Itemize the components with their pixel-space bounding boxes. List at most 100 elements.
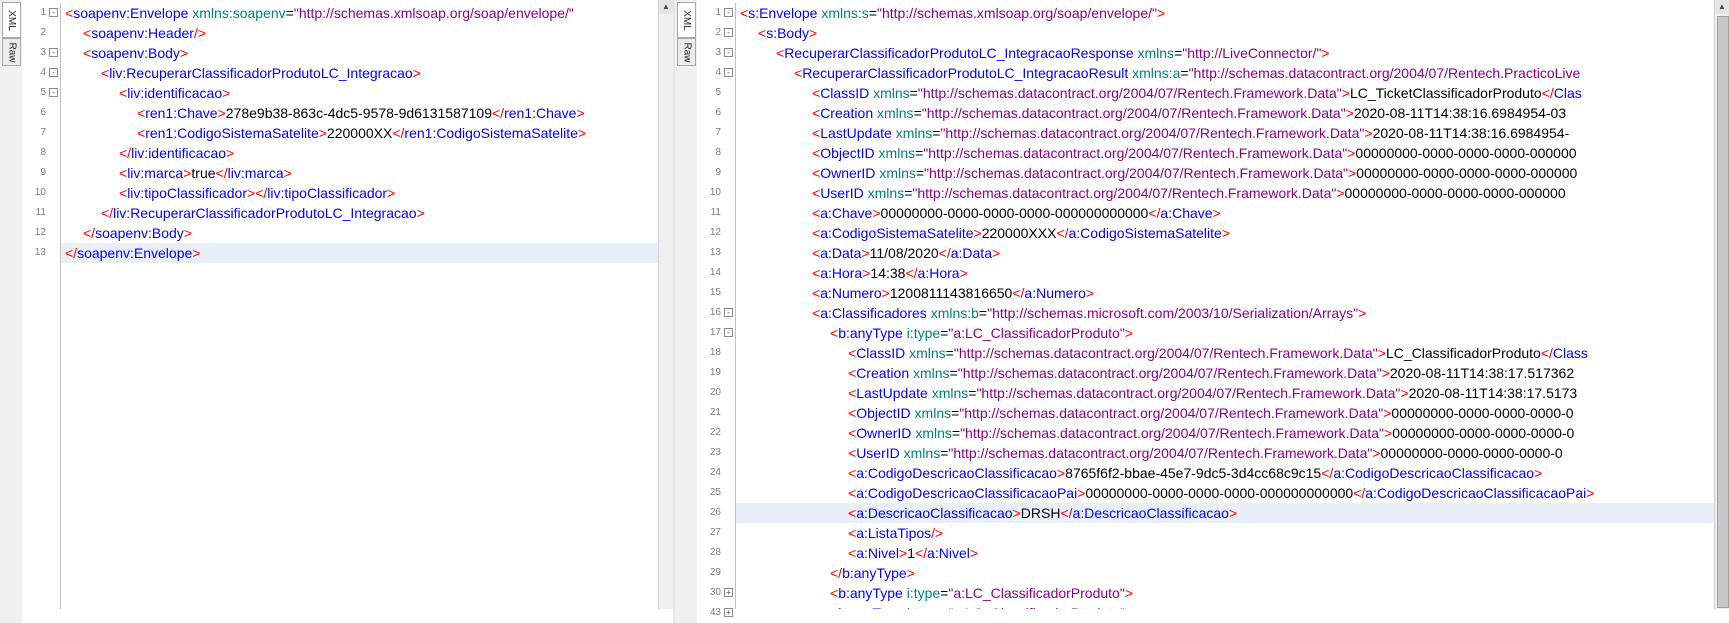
code-line[interactable]: <liv:marca>true</liv:marca> [61, 163, 659, 183]
attribute-name: xmlns [903, 445, 941, 461]
text-content: 8765f6f2-bbae-45e7-9dc5-3d4cc68c9c15 [1065, 465, 1322, 481]
collapse-fold-icon[interactable]: - [49, 88, 58, 97]
code-line[interactable]: <soapenv:Body> [61, 43, 659, 63]
code-line[interactable]: <s:Envelope xmlns:s="http://schemas.xmls… [736, 3, 1715, 23]
vertical-scrollbar[interactable]: ▲ [658, 0, 673, 609]
code-line[interactable]: <b:anyType i:type="a:LC_ClassificadorPro… [736, 323, 1715, 343]
tag-bracket: > [1012, 505, 1021, 521]
code-line[interactable]: <RecuperarClassificadorProdutoLC_Integra… [736, 43, 1715, 63]
tag-bracket: </ [215, 165, 228, 181]
code-line[interactable]: <a:CodigoDescricaoClassificacao>8765f6f2… [736, 463, 1715, 483]
code-line[interactable]: <a:Data>11/08/2020</a:Data> [736, 243, 1715, 263]
code-line[interactable]: </b:anyType> [736, 563, 1715, 583]
collapse-fold-icon[interactable]: - [724, 8, 733, 17]
scroll-up-icon[interactable]: ▲ [1715, 0, 1729, 14]
tag-name: s:Envelope [748, 5, 818, 21]
code-line[interactable]: <a:ListaTipos/> [736, 523, 1715, 543]
attribute-value: "http://schemas.datacontract.org/2004/07… [912, 185, 1337, 201]
line-number: 27 [709, 527, 721, 538]
line-number: 7 [715, 127, 721, 138]
code-line[interactable]: <RecuperarClassificadorProdutoLC_Integra… [736, 63, 1715, 83]
tag-bracket: < [830, 605, 838, 609]
code-line[interactable]: <soapenv:Envelope xmlns:soapenv="http://… [61, 3, 659, 23]
tag-name: a:Hora [917, 265, 960, 281]
xml-editor[interactable]: <soapenv:Envelope xmlns:soapenv="http://… [60, 3, 659, 609]
tab-xml[interactable]: XML [677, 2, 696, 38]
collapse-fold-icon[interactable]: - [724, 328, 733, 337]
code-line[interactable]: <b:anyType i:type="a:LC_ClassificadorPro… [736, 583, 1715, 603]
tag-bracket: > [183, 225, 192, 241]
vertical-scrollbar[interactable]: ▲ [1714, 0, 1729, 609]
collapse-fold-icon[interactable]: - [724, 308, 733, 317]
code-line[interactable]: <ClassID xmlns="http://schemas.datacontr… [736, 83, 1715, 103]
gutter-row: 19 [697, 363, 735, 383]
expand-fold-icon[interactable]: + [724, 588, 733, 597]
tag-bracket: > [1221, 225, 1230, 241]
expand-fold-icon[interactable]: + [724, 608, 733, 617]
code-line[interactable]: <ObjectID xmlns="http://schemas.datacont… [736, 403, 1715, 423]
code-line[interactable]: </soapenv:Envelope> [61, 243, 659, 263]
code-line[interactable]: <OwnerID xmlns="http://schemas.datacontr… [736, 163, 1715, 183]
gutter-row: 11 [697, 203, 735, 223]
tag-bracket: < [794, 65, 803, 81]
tag-bracket: < [137, 105, 146, 121]
code-line[interactable]: <a:Classificadores xmlns:b="http://schem… [736, 303, 1715, 323]
code-line[interactable]: <a:CodigoDescricaoClassificacaoPai>00000… [736, 483, 1715, 503]
code-line[interactable]: <LastUpdate xmlns="http://schemas.dataco… [736, 123, 1715, 143]
code-line[interactable]: <UserID xmlns="http://schemas.datacontra… [736, 183, 1715, 203]
code-line[interactable]: <ren1:Chave>278e9b38-863c-4dc5-9578-9d61… [61, 103, 659, 123]
text-content: 00000000-0000-0000-0000-000000000000 [1085, 485, 1354, 501]
code-line[interactable]: <Creation xmlns="http://schemas.datacont… [736, 363, 1715, 383]
code-line[interactable]: </liv:RecuperarClassificadorProdutoLC_In… [61, 203, 659, 223]
code-line[interactable]: <s:Body> [736, 23, 1715, 43]
code-line[interactable]: <a:Numero>1200811143816650</a:Numero> [736, 283, 1715, 303]
xml-editor[interactable]: <s:Envelope xmlns:s="http://schemas.xmls… [735, 3, 1715, 609]
line-number: 6 [715, 107, 721, 118]
collapse-fold-icon[interactable]: - [724, 48, 733, 57]
tag-name: Clas [1553, 85, 1582, 101]
collapse-fold-icon[interactable]: - [49, 68, 58, 77]
tag-bracket: < [101, 65, 110, 81]
code-line[interactable]: <a:CodigoSistemaSatelite>220000XXX</a:Co… [736, 223, 1715, 243]
code-line[interactable]: <a:Hora>14:38</a:Hora> [736, 263, 1715, 283]
code-line[interactable]: </liv:identificacao> [61, 143, 659, 163]
code-line[interactable]: <a:Chave>00000000-0000-0000-0000-0000000… [736, 203, 1715, 223]
collapse-fold-icon[interactable]: - [49, 48, 58, 57]
line-number: 26 [709, 507, 721, 518]
tab-raw[interactable]: Raw [677, 38, 696, 66]
text-content: 2020-08-11T14:38:16.6984954-03 [1353, 105, 1567, 121]
code-line[interactable]: </soapenv:Body> [61, 223, 659, 243]
tag-bracket: < [848, 485, 857, 501]
code-line[interactable]: <soapenv:Header/> [61, 23, 659, 43]
gutter-row: 24 [697, 463, 735, 483]
code-line[interactable]: <OwnerID xmlns="http://schemas.datacontr… [736, 423, 1715, 443]
code-line[interactable]: <LastUpdate xmlns="http://schemas.dataco… [736, 383, 1715, 403]
collapse-fold-icon[interactable]: - [49, 8, 58, 17]
code-line[interactable]: <b:anyType i:type="a:LC_ClassificadorPro… [736, 603, 1715, 609]
code-line[interactable]: <liv:RecuperarClassificadorProdutoLC_Int… [61, 63, 659, 83]
tag-name: a:DescricaoClassificacao [1072, 505, 1229, 521]
code-line[interactable]: <UserID xmlns="http://schemas.datacontra… [736, 443, 1715, 463]
response-xml-pane: XML Raw 1-2-3-4-5 6 7 8 9 10 11 12 13 14 15 16-17-1… [675, 0, 1729, 623]
text-content: 220000XXX [981, 225, 1057, 241]
tag-bracket: > [1125, 605, 1133, 609]
line-number: 15 [709, 287, 721, 298]
collapse-fold-icon[interactable]: - [724, 28, 733, 37]
code-line[interactable]: <ObjectID xmlns="http://schemas.datacont… [736, 143, 1715, 163]
tab-xml[interactable]: XML [2, 2, 21, 38]
tab-raw[interactable]: Raw [2, 38, 21, 66]
collapse-fold-icon[interactable]: - [724, 68, 733, 77]
code-line[interactable]: <liv:identificacao> [61, 83, 659, 103]
tag-bracket: </ [65, 245, 78, 261]
text-content: = [1180, 65, 1189, 81]
scroll-up-icon[interactable]: ▲ [659, 0, 673, 14]
tag-name: b:anyType [838, 325, 903, 341]
scrollbar-thumb[interactable] [1717, 16, 1729, 608]
tag-bracket: > [973, 225, 982, 241]
code-line[interactable]: <ClassID xmlns="http://schemas.datacontr… [736, 343, 1715, 363]
code-line[interactable]: <Creation xmlns="http://schemas.datacont… [736, 103, 1715, 123]
code-line[interactable]: <ren1:CodigoSistemaSatelite>220000XX</re… [61, 123, 659, 143]
code-line[interactable]: <liv:tipoClassificador></liv:tipoClassif… [61, 183, 659, 203]
code-line[interactable]: <a:Nivel>1</a:Nivel> [736, 543, 1715, 563]
code-line[interactable]: <a:DescricaoClassificacao>DRSH</a:Descri… [736, 503, 1715, 523]
